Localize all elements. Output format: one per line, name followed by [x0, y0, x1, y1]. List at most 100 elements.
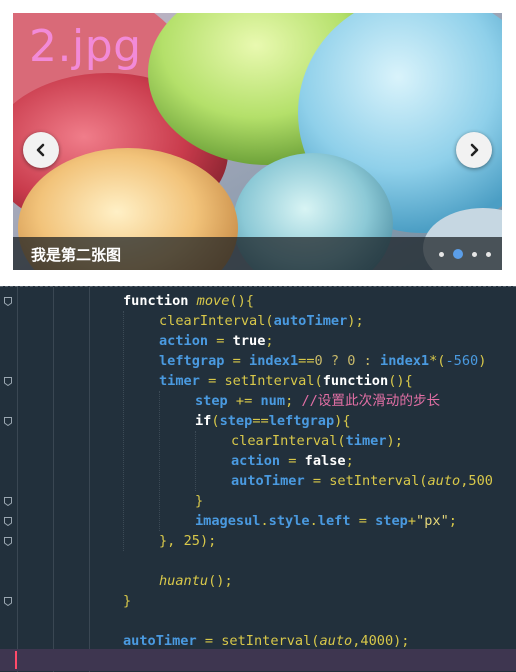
text-caret	[15, 651, 17, 669]
code-token: step	[195, 393, 228, 409]
gutter-divider	[53, 287, 54, 672]
gutter-divider	[89, 287, 90, 672]
code-line: timer = setInterval(function(){	[159, 371, 413, 391]
code-token: action	[231, 453, 281, 469]
fold-marker-icon[interactable]	[4, 537, 12, 546]
code-token: huantu	[159, 573, 209, 589]
code-line: }	[195, 491, 203, 511]
slide-dot-4[interactable]	[486, 251, 491, 257]
code-token: (	[314, 373, 323, 389]
code-token: if	[195, 413, 212, 429]
prev-slide-button[interactable]	[23, 132, 59, 168]
code-token: (	[211, 413, 220, 429]
code-token: step	[219, 413, 253, 429]
code-token: (	[265, 313, 274, 329]
code-token: "px"	[416, 513, 449, 529]
code-token: autoTimer	[231, 473, 305, 489]
code-token: left	[317, 513, 351, 529]
code-token: .	[260, 513, 269, 529]
slide-dot-1[interactable]	[439, 251, 444, 257]
code-token: clearInterval	[159, 313, 266, 329]
indent-guide	[159, 391, 160, 531]
code-line: huantu();	[159, 571, 233, 591]
gutter-divider	[17, 287, 18, 672]
code-token: autoTimer	[123, 633, 197, 649]
code-token: ;	[448, 513, 457, 529]
code-token: ,500	[460, 473, 493, 489]
code-token: setInterval	[329, 473, 420, 489]
code-token: (){	[388, 373, 413, 389]
code-token: );	[386, 433, 403, 449]
slide-indicators	[439, 249, 491, 259]
code-token: ==	[252, 413, 269, 429]
code-line: step += num; //设置此次滑动的步长	[195, 391, 440, 411]
code-line: autoTimer = setInterval(auto,500	[231, 471, 493, 491]
code-token: false	[304, 453, 346, 469]
code-token: leftgrap	[268, 413, 335, 429]
code-token: timer	[345, 433, 387, 449]
code-token: auto	[319, 633, 353, 649]
code-token: ==	[298, 353, 315, 369]
current-line-highlight	[0, 649, 516, 671]
fold-marker-icon[interactable]	[4, 497, 12, 506]
indent-guide	[195, 431, 196, 491]
code-token: ;	[345, 453, 354, 469]
code-line: }, 25);	[159, 531, 216, 551]
code-token: true	[232, 333, 266, 349]
code-token: )	[478, 353, 487, 369]
code-token: }	[195, 493, 204, 509]
code-line: action = true;	[159, 331, 274, 351]
code-token: =	[208, 333, 233, 349]
code-editor[interactable]: function move(){clearInterval(autoTimer)…	[0, 286, 516, 672]
code-line: function move(){	[123, 291, 254, 311]
code-token: leftgrap	[159, 353, 225, 369]
code-token: );	[199, 533, 217, 549]
code-line: if(step==leftgrap){	[195, 411, 351, 431]
code-token: =	[304, 473, 330, 489]
caption-bar: 我是第二张图	[13, 237, 502, 270]
code-token: ){	[334, 413, 351, 429]
code-line: imagesul.style.left = step+"px";	[195, 511, 457, 531]
fold-marker-icon[interactable]	[4, 597, 12, 606]
code-line: action = false;	[231, 451, 354, 471]
code-token: .	[309, 513, 318, 529]
code-token: setInterval	[221, 633, 312, 649]
slide-title: 2.jpg	[29, 21, 142, 72]
image-carousel: 2.jpg 我是第二张图	[13, 13, 502, 270]
fold-marker-icon[interactable]	[4, 517, 12, 526]
code-token: (){	[229, 293, 254, 309]
slide-dot-3[interactable]	[472, 251, 477, 257]
fold-marker-icon[interactable]	[4, 297, 12, 306]
code-token: ,4000	[352, 633, 394, 649]
code-token: clearInterval	[231, 433, 338, 449]
code-token: =	[196, 633, 222, 649]
code-token: function	[123, 293, 197, 309]
slide-caption: 我是第二张图	[31, 247, 122, 264]
code-token: timer	[159, 373, 200, 389]
code-token: num	[260, 393, 286, 409]
code-token: ();	[208, 573, 233, 589]
fold-marker-icon[interactable]	[4, 377, 12, 386]
code-token: =	[350, 513, 376, 529]
code-token: ;	[285, 393, 302, 409]
code-line: clearInterval(autoTimer);	[159, 311, 364, 331]
code-token: setInterval	[224, 373, 315, 389]
code-token: action	[159, 333, 209, 349]
indent-guide	[123, 311, 124, 551]
next-slide-button[interactable]	[456, 132, 492, 168]
code-token: *(	[429, 353, 446, 369]
code-token: step	[375, 513, 408, 529]
code-token: =	[199, 373, 225, 389]
code-token: 0 ? 0 :	[314, 353, 381, 369]
code-token: );	[347, 313, 364, 329]
code-line: }	[123, 591, 131, 611]
code-token: index1	[380, 353, 430, 369]
code-token: (	[337, 433, 346, 449]
code-token: //设置此次滑动的步长	[301, 393, 441, 409]
slide-dot-2[interactable]	[453, 249, 463, 259]
code-line: clearInterval(timer);	[231, 431, 403, 451]
code-token: =	[224, 353, 250, 369]
code-token: 25	[183, 533, 200, 549]
fold-marker-icon[interactable]	[4, 417, 12, 426]
code-token: -560	[445, 353, 479, 369]
